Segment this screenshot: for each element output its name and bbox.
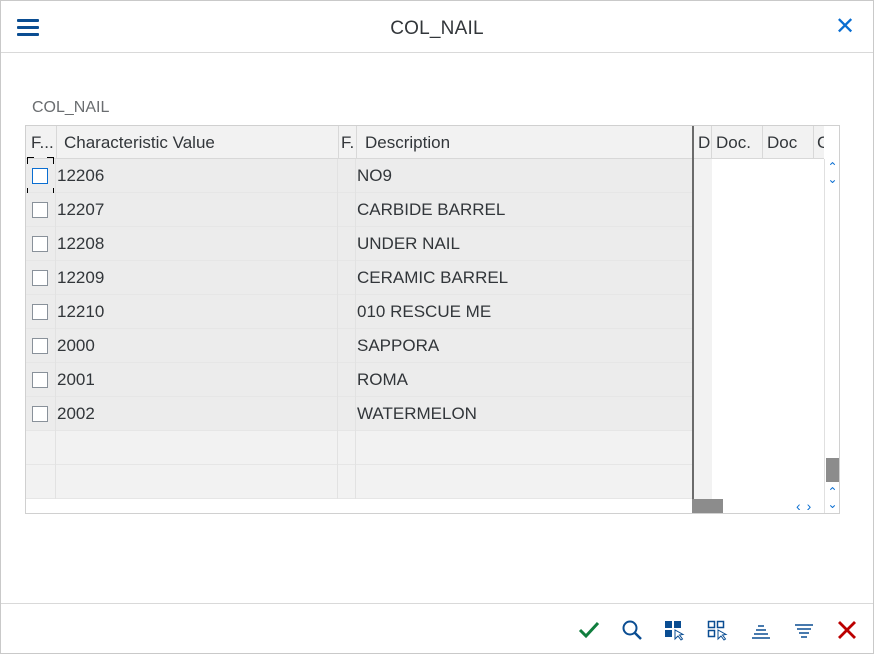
filter-icon[interactable] bbox=[792, 618, 816, 642]
close-icon[interactable]: ✕ bbox=[835, 15, 855, 39]
row-selector bbox=[26, 465, 56, 499]
table-row[interactable]: 12209 CERAMIC BARREL bbox=[26, 261, 693, 295]
scrollbar-thumb[interactable] bbox=[826, 458, 839, 482]
f-cell bbox=[338, 397, 356, 431]
description-cell[interactable]: CERAMIC BARREL bbox=[357, 261, 693, 295]
empty-row bbox=[26, 431, 693, 465]
row-checkbox[interactable] bbox=[32, 168, 48, 184]
grid-body: 12206 NO9 12207 CARBIDE BARREL 12208 UNDER NA… bbox=[26, 157, 693, 499]
characteristic-value-cell[interactable]: 2002 bbox=[57, 397, 338, 431]
cancel-icon[interactable] bbox=[835, 618, 859, 642]
checkmark-icon[interactable] bbox=[577, 618, 601, 642]
table-row[interactable]: 2000 SAPPORA bbox=[26, 329, 693, 363]
column-header-doc1[interactable]: Doc. bbox=[712, 126, 763, 159]
deselect-all-icon[interactable] bbox=[706, 618, 730, 642]
characteristic-value-cell[interactable]: 12210 bbox=[57, 295, 338, 329]
scroll-down-small-icon[interactable]: ⌄ bbox=[825, 498, 840, 510]
grid-right-pane: D Doc. Doc C bbox=[694, 126, 824, 513]
row-selector[interactable] bbox=[26, 329, 56, 363]
column-header-doc2[interactable]: Doc bbox=[763, 126, 814, 159]
select-all-icon[interactable] bbox=[663, 618, 687, 642]
vertical-scrollbar[interactable]: ⌃ ⌄ ⌃ ⌄ bbox=[824, 159, 839, 513]
dialog-header: COL_NAIL ✕ bbox=[1, 1, 873, 53]
grid-header: F... Characteristic Value F. Description bbox=[26, 126, 693, 159]
row-selector[interactable] bbox=[26, 157, 56, 195]
characteristic-value-cell[interactable]: 2001 bbox=[57, 363, 338, 397]
section-label: COL_NAIL bbox=[32, 99, 110, 116]
description-cell[interactable]: UNDER NAIL bbox=[357, 227, 693, 261]
table-row[interactable]: 2001 ROMA bbox=[26, 363, 693, 397]
dialog-title: COL_NAIL bbox=[390, 18, 484, 39]
value-grid: F... Characteristic Value F. Description… bbox=[25, 125, 840, 514]
row-selector[interactable] bbox=[26, 295, 56, 329]
description-cell[interactable]: 010 RESCUE ME bbox=[357, 295, 693, 329]
row-selector[interactable] bbox=[26, 397, 56, 431]
column-header-d[interactable]: D bbox=[694, 126, 712, 159]
scroll-right-icon[interactable]: › bbox=[807, 498, 818, 514]
column-header-f[interactable]: F... bbox=[26, 126, 57, 159]
row-selector[interactable] bbox=[26, 227, 56, 261]
row-checkbox[interactable] bbox=[32, 202, 48, 218]
f-cell bbox=[338, 261, 356, 295]
dialog: COL_NAIL ✕ COL_NAIL F... Characteristic … bbox=[0, 0, 874, 654]
row-selector bbox=[26, 431, 56, 465]
description-cell[interactable]: SAPPORA bbox=[357, 329, 693, 363]
grid-right-header: D Doc. Doc C bbox=[694, 126, 824, 159]
row-checkbox[interactable] bbox=[32, 270, 48, 286]
row-selector[interactable] bbox=[26, 363, 56, 397]
row-checkbox[interactable] bbox=[32, 236, 48, 252]
characteristic-value-cell[interactable]: 12207 bbox=[57, 193, 338, 227]
empty-row bbox=[26, 465, 693, 499]
row-selector[interactable] bbox=[26, 261, 56, 295]
column-header-description[interactable]: Description bbox=[357, 126, 693, 159]
grid-left-pane: F... Characteristic Value F. Description… bbox=[26, 126, 693, 499]
table-row[interactable]: 12208 UNDER NAIL bbox=[26, 227, 693, 261]
sort-ascending-icon[interactable] bbox=[749, 618, 773, 642]
column-header-c[interactable]: C bbox=[814, 126, 824, 159]
row-checkbox[interactable] bbox=[32, 304, 48, 320]
empty-cell bbox=[57, 465, 338, 499]
horizontal-scrollbar-thumb[interactable] bbox=[692, 499, 723, 513]
table-row[interactable]: 12206 NO9 bbox=[26, 157, 693, 195]
focus-corner bbox=[27, 157, 34, 164]
description-cell[interactable]: NO9 bbox=[357, 159, 693, 193]
table-row[interactable]: 12210 010 RESCUE ME bbox=[26, 295, 693, 329]
f-cell bbox=[338, 227, 356, 261]
row-selector[interactable] bbox=[26, 193, 56, 227]
column-header-characteristic-value[interactable]: Characteristic Value bbox=[57, 126, 339, 159]
f-cell bbox=[338, 363, 356, 397]
empty-cell bbox=[338, 431, 356, 465]
column-header-f2[interactable]: F. bbox=[339, 126, 357, 159]
characteristic-value-cell[interactable]: 12208 bbox=[57, 227, 338, 261]
dialog-footer bbox=[1, 603, 873, 653]
table-row[interactable]: 12207 CARBIDE BARREL bbox=[26, 193, 693, 227]
search-icon[interactable] bbox=[620, 618, 644, 642]
f-cell bbox=[338, 329, 356, 363]
description-cell[interactable]: WATERMELON bbox=[357, 397, 693, 431]
f-cell bbox=[338, 295, 356, 329]
f-cell bbox=[338, 193, 356, 227]
table-row[interactable]: 2002 WATERMELON bbox=[26, 397, 693, 431]
characteristic-value-cell[interactable]: 12206 bbox=[57, 159, 338, 193]
horizontal-scroll-arrows[interactable]: ‹› bbox=[796, 498, 817, 514]
focus-corner bbox=[47, 157, 54, 164]
empty-cell bbox=[57, 431, 338, 465]
characteristic-value-cell[interactable]: 2000 bbox=[57, 329, 338, 363]
scroll-left-icon[interactable]: ‹ bbox=[796, 498, 807, 514]
right-pane-d-column bbox=[694, 159, 712, 499]
row-checkbox[interactable] bbox=[32, 406, 48, 422]
row-checkbox[interactable] bbox=[32, 338, 48, 354]
empty-cell bbox=[338, 465, 356, 499]
row-checkbox[interactable] bbox=[32, 372, 48, 388]
characteristic-value-cell[interactable]: 12209 bbox=[57, 261, 338, 295]
description-cell[interactable]: CARBIDE BARREL bbox=[357, 193, 693, 227]
f-cell bbox=[338, 159, 356, 193]
scroll-down-icon[interactable]: ⌄ bbox=[825, 173, 840, 185]
description-cell[interactable]: ROMA bbox=[357, 363, 693, 397]
